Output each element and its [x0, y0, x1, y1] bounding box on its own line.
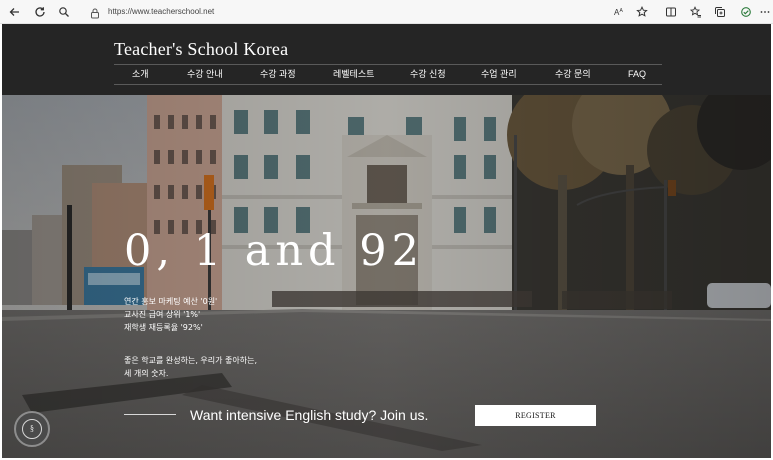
tagline-line-2: 세 개의 숫자.	[124, 369, 169, 378]
school-seal-icon[interactable]: §	[14, 411, 50, 447]
read-aloud-icon[interactable]: AA	[610, 3, 628, 21]
browser-toolbar: https://www.teacherschool.net AA	[0, 0, 773, 24]
hero-tagline: 좋은 학교를 완성하는, 우리가 좋아하는, 세 개의 숫자.	[124, 354, 257, 380]
stat-marketing-budget: 연간 홍보 마케팅 예산 '0원'	[124, 297, 218, 306]
tagline-line-1: 좋은 학교를 완성하는, 우리가 좋아하는,	[124, 356, 258, 365]
nav-item-course-info[interactable]: 수강 안내	[187, 68, 223, 81]
nav-item-inquiry[interactable]: 수강 문의	[555, 68, 591, 81]
register-button[interactable]: REGISTER	[475, 405, 596, 426]
split-screen-icon[interactable]	[662, 3, 680, 21]
url-text[interactable]: https://www.teacherschool.net	[108, 5, 214, 19]
site-title[interactable]: Teacher's School Korea	[114, 39, 288, 60]
svg-text:A: A	[620, 8, 624, 14]
refresh-icon[interactable]	[31, 3, 49, 21]
nav-item-apply[interactable]: 수강 신청	[410, 68, 446, 81]
nav-item-class-management[interactable]: 수업 관리	[481, 68, 517, 81]
stat-teacher-salary: 교사진 급여 상위 '1%'	[124, 310, 201, 319]
cta-text: Want intensive English study? Join us.	[190, 407, 429, 423]
back-icon[interactable]	[6, 3, 24, 21]
extensions-icon[interactable]	[737, 3, 755, 21]
hero-section: 0, 1 and 92 연간 홍보 마케팅 예산 '0원' 교사진 급여 상위 …	[2, 95, 771, 458]
search-icon[interactable]	[55, 3, 73, 21]
hero-headline: 0, 1 and 92	[124, 226, 424, 276]
nav-item-intro[interactable]: 소개	[132, 68, 149, 81]
site-header: Teacher's School Korea 소개 수강 안내 수강 과정 레벨…	[2, 24, 771, 95]
favorites-bar-icon[interactable]	[687, 3, 705, 21]
stat-re-enrollment: 재학생 재등록율 '92%'	[124, 323, 203, 332]
nav-item-level-test[interactable]: 레벨테스트	[333, 68, 374, 81]
hero-stats: 연간 홍보 마케팅 예산 '0원' 교사진 급여 상위 '1%' 재학생 재등록…	[124, 295, 217, 334]
collections-icon[interactable]	[711, 3, 729, 21]
nav-item-faq[interactable]: FAQ	[628, 68, 646, 81]
cta-divider	[124, 414, 176, 415]
address-bar[interactable]: https://www.teacherschool.net	[84, 3, 664, 21]
favorite-icon[interactable]	[633, 3, 651, 21]
seal-mark: §	[30, 424, 34, 433]
nav-item-courses[interactable]: 수강 과정	[260, 68, 296, 81]
hero-background-image	[2, 95, 771, 458]
more-icon[interactable]	[758, 3, 772, 21]
web-page: Teacher's School Korea 소개 수강 안내 수강 과정 레벨…	[2, 24, 771, 458]
seal-ring: §	[22, 419, 42, 439]
main-nav: 소개 수강 안내 수강 과정 레벨테스트 수강 신청 수업 관리 수강 문의 F…	[114, 65, 662, 84]
lock-icon[interactable]	[90, 6, 100, 24]
nav-divider-bottom	[114, 84, 662, 85]
